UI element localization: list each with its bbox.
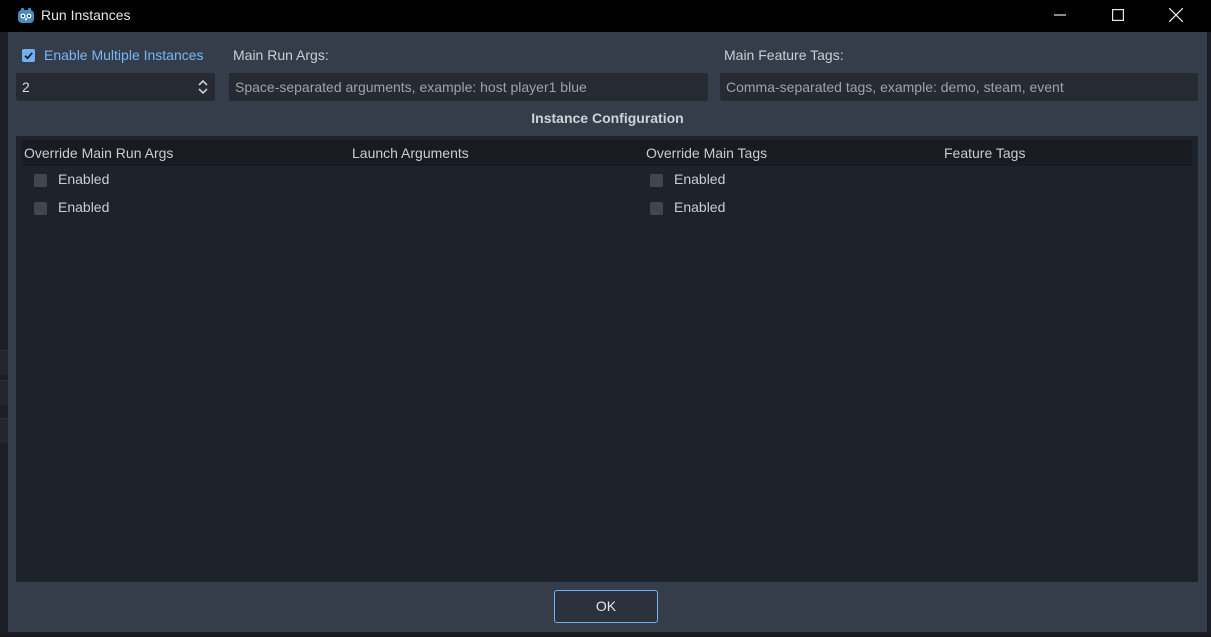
enable-multiple-label[interactable]: Enable Multiple Instances [44,47,204,63]
row1-override-tags-label[interactable]: Enabled [674,171,725,187]
main-feature-tags-input[interactable]: Comma-separated tags, example: demo, ste… [720,73,1198,101]
row1-override-args-checkbox[interactable] [34,174,47,187]
instance-configuration-title: Instance Configuration [531,110,684,126]
background-fragment-2 [0,380,8,405]
main-run-args-label: Main Run Args: [233,47,329,63]
spin-arrows-icon[interactable] [197,78,209,96]
background-fragment-3 [0,418,8,443]
background-editor-fragment [0,340,8,460]
row2-override-args-label[interactable]: Enabled [58,199,109,215]
run-instances-dialog: Enable Multiple Instances Main Run Args:… [8,32,1207,632]
main-feature-tags-label: Main Feature Tags: [724,47,844,63]
row2-override-tags-label[interactable]: Enabled [674,199,725,215]
column-header-feature-tags: Feature Tags [944,145,1026,161]
checkmark-icon [24,52,33,60]
window-title: Run Instances [41,7,131,23]
row2-override-tags-checkbox[interactable] [650,202,663,215]
column-header-launch-arguments: Launch Arguments [352,145,469,161]
maximize-button[interactable] [1089,0,1147,30]
main-run-args-placeholder: Space-separated arguments, example: host… [235,79,587,95]
row2-override-args-checkbox[interactable] [34,202,47,215]
enable-multiple-checkbox[interactable] [22,49,35,62]
window-titlebar[interactable]: Run Instances [0,0,1211,32]
close-icon [1169,8,1183,22]
ok-button[interactable]: OK [554,590,658,623]
instance-count-value: 2 [22,79,30,95]
table-header: Override Main Run Args Launch Arguments … [22,140,1192,166]
maximize-icon [1112,9,1124,21]
close-button[interactable] [1147,0,1205,30]
main-run-args-input[interactable]: Space-separated arguments, example: host… [229,73,708,101]
row1-override-args-label[interactable]: Enabled [58,171,109,187]
minimize-button[interactable] [1031,0,1089,30]
column-header-override-main-tags: Override Main Tags [646,145,768,161]
background-fragment-1 [0,350,8,375]
row1-override-tags-checkbox[interactable] [650,174,663,187]
instance-configuration-table: Override Main Run Args Launch Arguments … [16,136,1198,582]
main-feature-tags-placeholder: Comma-separated tags, example: demo, ste… [726,79,1064,95]
minimize-icon [1054,14,1066,16]
column-header-override-run-args: Override Main Run Args [24,145,174,161]
godot-app-icon [18,8,34,23]
instance-count-spinbox[interactable]: 2 [16,73,215,101]
